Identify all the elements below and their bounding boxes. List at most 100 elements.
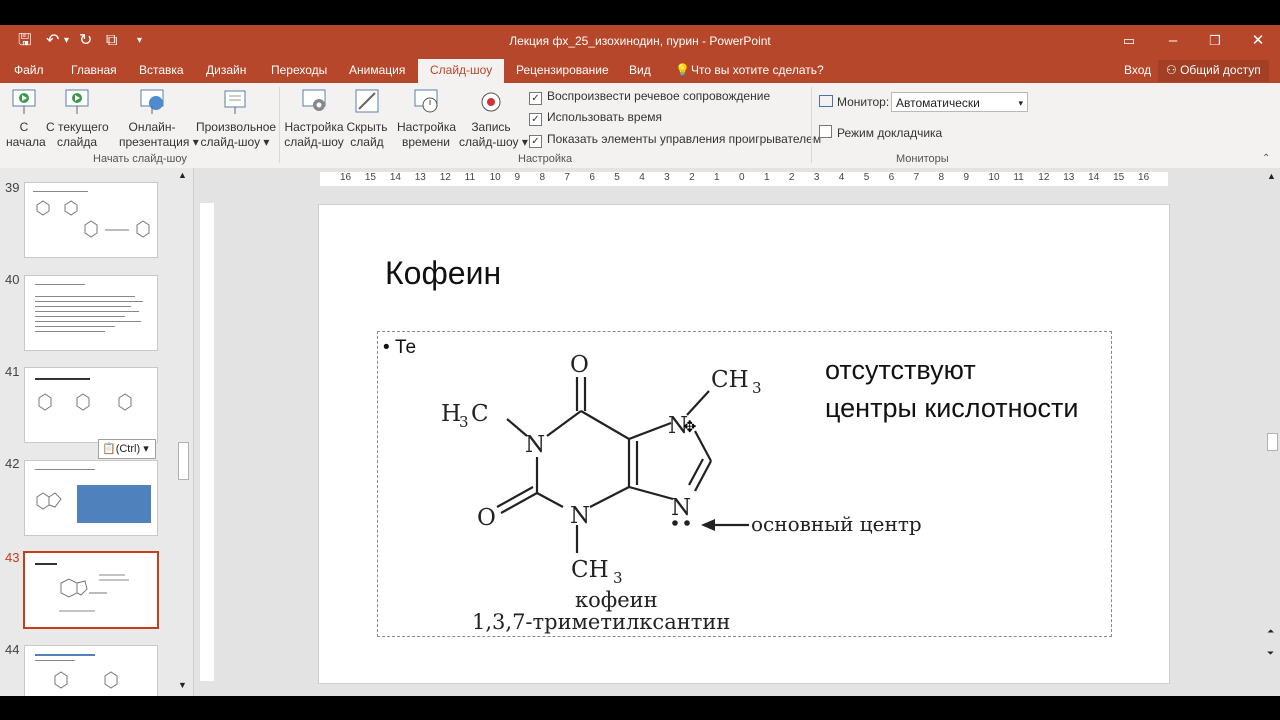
play-narrations-checkbox[interactable]: ✓ Воспроизвести речевое сопровождение	[529, 89, 770, 105]
use-timings-checkbox[interactable]: ✓ Использовать время	[529, 110, 662, 126]
slideshow-current-icon	[65, 89, 89, 114]
ruler-label: 14	[1088, 172, 1100, 183]
ruler-label: 13	[414, 172, 426, 183]
ruler-label: 6	[888, 172, 895, 183]
caption-name: кофеин	[575, 588, 658, 612]
caffeine-sketch-icon	[59, 574, 129, 612]
horizontal-ruler: 16 15 14 13 12 11 10 9 8 7 6 5 4 3 2 1 0 1 2 3 4 5 6 7 8 9 10 11 12 1…	[320, 172, 1168, 186]
group-separator	[811, 87, 812, 163]
present-online-button[interactable]: Онлайн- презентация ▾	[119, 87, 199, 150]
paste-options-badge[interactable]: 📋(Ctrl) ▾	[98, 439, 156, 459]
record-slideshow-button[interactable]: Запись слайд-шоу ▾	[459, 87, 528, 150]
slideshow-start-icon	[12, 89, 36, 114]
slide-canvas[interactable]: Кофеин • Те отсутствуют центры кислотнос…	[318, 204, 1170, 684]
tell-me-search[interactable]: Что вы хотите сделать?	[691, 59, 824, 83]
scroll-down-icon[interactable]: ▼	[178, 680, 187, 690]
restore-icon[interactable]: ❐	[1200, 30, 1230, 52]
page-down-icon[interactable]: ⏷	[1267, 648, 1274, 659]
monitor-label: Монитор:	[819, 95, 889, 109]
slide-thumbnail-39[interactable]	[24, 182, 158, 258]
presenter-view-checkbox[interactable]: Режим докладчика	[819, 125, 942, 140]
ruler-label: 12	[1038, 172, 1050, 183]
tab-home[interactable]: Главная	[71, 59, 117, 83]
atom-c: C	[471, 401, 489, 427]
slide-thumbnail-43[interactable]	[23, 551, 159, 629]
thumbnails-scrollbar[interactable]: ▲ ▼	[176, 168, 190, 696]
atom-ch3-right: CH	[711, 367, 749, 393]
ruler-label: 6	[589, 172, 595, 183]
caffeine-structure-diagram: O CH 3 H 3 C N N N N O CH 3 основный цен…	[441, 352, 922, 634]
tab-slideshow[interactable]: Слайд-шоу	[418, 59, 505, 83]
group-separator	[279, 87, 280, 163]
person-icon: ⚇	[1166, 63, 1181, 77]
slide-thumbnail-42[interactable]	[24, 460, 158, 536]
ruler-label: 8	[539, 172, 546, 183]
checkmark-icon: ✓	[529, 113, 542, 126]
checkmark-icon: ✓	[529, 135, 542, 148]
tab-file[interactable]: Файл	[14, 59, 44, 83]
monitor-select[interactable]: Автоматически ▾	[891, 92, 1028, 112]
ruler-label: 0	[739, 172, 745, 183]
slide-number: 40	[5, 272, 20, 287]
tell-me-icon[interactable]: 💡	[675, 59, 690, 83]
scroll-thumb[interactable]	[1267, 433, 1278, 451]
collapse-ribbon-icon[interactable]: ⌃	[1262, 153, 1270, 164]
ruler-label: 14	[389, 172, 401, 183]
slide-number: 41	[5, 364, 20, 379]
clipboard-icon: 📋	[102, 443, 116, 455]
ruler-label: 12	[439, 172, 451, 183]
ruler-label: 4	[639, 172, 645, 183]
ruler-label: 15	[1113, 172, 1125, 183]
from-beginning-button[interactable]: С начала	[6, 87, 46, 150]
atom-n1: N	[525, 432, 545, 458]
minimize-icon[interactable]: –	[1158, 30, 1188, 52]
chevron-down-icon: ▾	[1018, 98, 1023, 108]
from-current-slide-button[interactable]: С текущего слайда	[46, 87, 109, 150]
ruler-label: 3	[664, 172, 670, 183]
monitors-group-label: Мониторы	[896, 153, 949, 165]
custom-slideshow-button[interactable]: Произвольное слайд-шоу ▾	[196, 87, 276, 150]
move-cursor-icon: ✥	[683, 419, 697, 436]
tab-transitions[interactable]: Переходы	[271, 59, 327, 83]
close-icon[interactable]: ✕	[1243, 30, 1273, 52]
setup-slideshow-button[interactable]: Настройка слайд-шоу	[284, 87, 344, 150]
slide-thumbnail-41[interactable]	[24, 367, 158, 443]
ruler-label: 5	[863, 172, 870, 183]
hide-slide-icon	[355, 89, 379, 113]
subscript-3: 3	[459, 413, 469, 431]
slide-title[interactable]: Кофеин	[385, 255, 501, 292]
editor-scrollbar[interactable]: ▲ ⏶ ⏷	[1264, 168, 1280, 696]
tab-view[interactable]: Вид	[629, 59, 651, 83]
tab-insert[interactable]: Вставка	[139, 59, 184, 83]
show-media-controls-checkbox[interactable]: ✓ Показать элементы управления проигрыват…	[529, 132, 821, 148]
ruler-label: 7	[913, 172, 920, 183]
subscript-3: 3	[613, 569, 623, 587]
title-bar: 🖫 ↶ ▾ ↻ ⧉ ▾ Лекция фх_25_изохинодин, пур…	[0, 25, 1280, 59]
atom-o-left: O	[477, 505, 496, 531]
ruler-label: 1	[714, 172, 720, 183]
tab-animations[interactable]: Анимация	[349, 59, 405, 83]
scroll-up-icon[interactable]: ▲	[178, 170, 187, 180]
rehearse-timings-button[interactable]: Настройка времени	[397, 87, 456, 150]
scroll-up-icon[interactable]: ▲	[1267, 171, 1276, 181]
bullet-text[interactable]: • Те	[383, 337, 416, 359]
ruler-label: 15	[364, 172, 376, 183]
slide-thumbnail-40[interactable]	[24, 275, 158, 351]
caption-formula: 1,3,7-триметилксантин	[472, 610, 730, 634]
sign-in-link[interactable]: Вход	[1124, 59, 1151, 83]
scroll-thumb[interactable]	[178, 442, 189, 480]
slide-thumbnail-44[interactable]	[24, 645, 158, 699]
page-up-icon[interactable]: ⏶	[1267, 626, 1274, 637]
ribbon-tabs: Файл Главная Вставка Дизайн Переходы Ани…	[0, 59, 1280, 83]
hide-slide-button[interactable]: Скрыть слайд	[346, 87, 388, 150]
share-button[interactable]: ⚇ Общий доступ	[1158, 60, 1269, 82]
custom-slideshow-icon	[224, 90, 246, 114]
ruler-label: 10	[489, 172, 501, 183]
ruler-label: 11	[1013, 172, 1024, 183]
ribbon: С начала С текущего слайда Онлайн- презе…	[0, 83, 1280, 169]
tab-review[interactable]: Рецензирование	[516, 59, 609, 83]
tab-design[interactable]: Дизайн	[206, 59, 246, 83]
checkmark-icon: ✓	[529, 92, 542, 105]
slide-thumbnails-pane: 39 40 41 42 📋(Ctrl) ▾ 43 44 ▲ ▼	[0, 168, 194, 699]
ribbon-display-icon[interactable]: ▭	[1114, 30, 1144, 52]
